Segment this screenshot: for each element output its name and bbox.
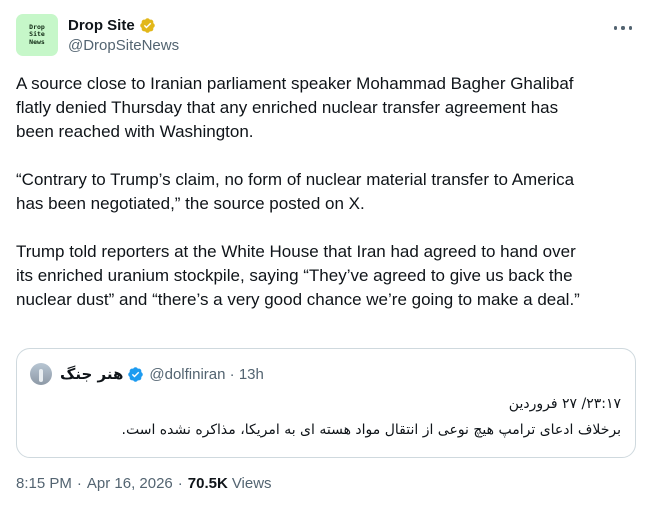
- quoted-tweet-card[interactable]: هنر جنگ @dolfiniran · 13h ۲۳:۱۷/ ۲۷ فرور…: [16, 348, 636, 458]
- quoted-avatar[interactable]: [30, 363, 52, 385]
- quoted-separator: ·: [225, 366, 238, 383]
- tweet-paragraph: Trump told reporters at the White House …: [16, 242, 580, 309]
- verified-badge-icon[interactable]: [127, 366, 144, 383]
- quoted-handle[interactable]: @dolfiniran: [149, 366, 225, 383]
- tweet-footer: 8:15 PM · Apr 16, 2026 · 70.5K Views: [16, 475, 272, 492]
- tweet-paragraph: A source close to Iranian parliament spe…: [16, 74, 574, 141]
- verified-badge-icon[interactable]: [139, 17, 156, 34]
- tweet-date[interactable]: Apr 16, 2026: [87, 475, 173, 492]
- footer-separator: ·: [76, 475, 82, 492]
- tweet-text: A source close to Iranian parliament spe…: [16, 72, 640, 336]
- more-horizontal-icon[interactable]: [612, 18, 634, 38]
- quoted-text-line-2: برخلاف ادعای ترامپ هیچ نوعی از انتقال مو…: [121, 422, 621, 438]
- author-handle[interactable]: @DropSiteNews: [68, 36, 179, 56]
- author-display-name[interactable]: Drop Site: [68, 17, 135, 34]
- quoted-display-name[interactable]: هنر جنگ: [60, 365, 123, 383]
- author-names: Drop Site @DropSiteNews: [68, 14, 179, 56]
- views-label: Views: [231, 475, 272, 492]
- quoted-tweet-header: هنر جنگ @dolfiniran · 13h: [30, 363, 264, 385]
- avatar-logo-text: Drop Site News: [29, 23, 45, 47]
- tweet-paragraph: “Contrary to Trump’s claim, no form of n…: [16, 170, 575, 213]
- quoted-time[interactable]: 13h: [239, 366, 264, 383]
- quoted-text-line-1: ۲۳:۱۷/ ۲۷ فروردین: [508, 396, 621, 412]
- avatar[interactable]: Drop Site News: [16, 14, 58, 56]
- footer-separator-2: ·: [177, 475, 183, 492]
- tweet-header: Drop Site News Drop Site @DropSiteNews: [16, 12, 636, 60]
- tweet-time[interactable]: 8:15 PM: [16, 475, 72, 492]
- separator-dot: ·: [229, 365, 235, 383]
- views-count[interactable]: 70.5K: [188, 475, 228, 492]
- avatar-line-3: News: [29, 37, 45, 46]
